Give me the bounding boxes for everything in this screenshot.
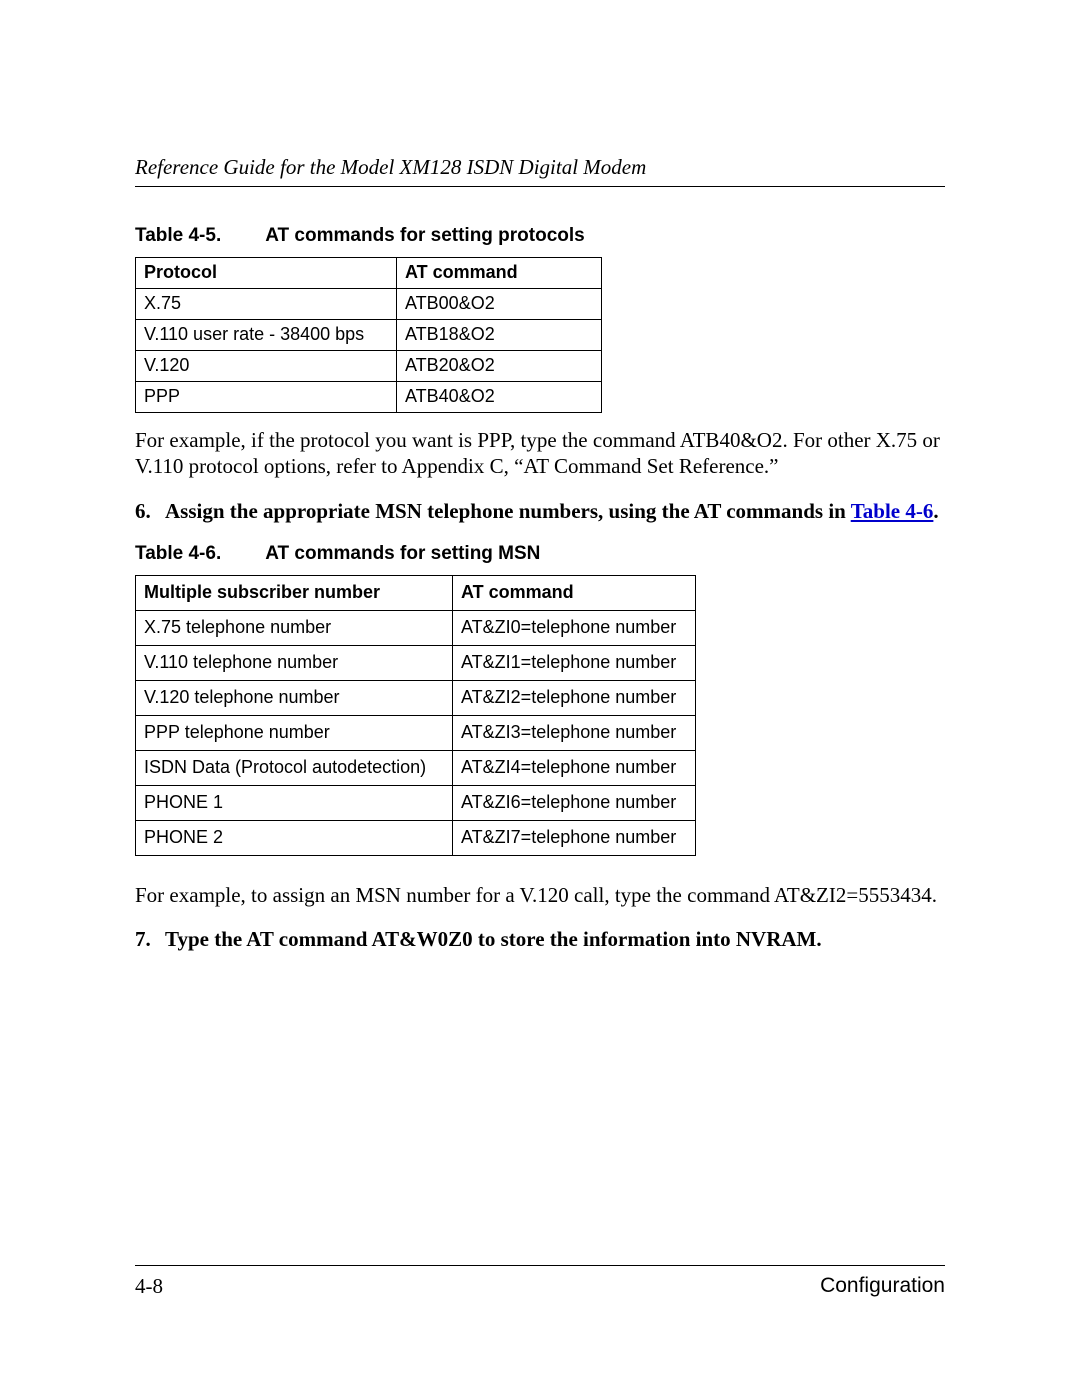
step-text: Type the AT command AT&W0Z0 to store the…	[165, 926, 945, 953]
footer-section: Configuration	[820, 1274, 945, 1299]
table-cell: AT&ZI3=telephone number	[453, 715, 696, 750]
table-cell: X.75	[136, 289, 397, 320]
table-header-cell: Protocol	[136, 258, 397, 289]
step-6: 6. Assign the appropriate MSN telephone …	[135, 498, 945, 525]
table-4-5: Protocol AT command X.75 ATB00&O2 V.110 …	[135, 257, 602, 413]
table-4-5-title: AT commands for setting protocols	[265, 225, 585, 246]
table-cell: ATB20&O2	[397, 351, 602, 382]
table-cell: V.110 user rate - 38400 bps	[136, 320, 397, 351]
table-header-cell: Multiple subscriber number	[136, 575, 453, 610]
table-cell: ATB00&O2	[397, 289, 602, 320]
table-cell: AT&ZI1=telephone number	[453, 645, 696, 680]
table-row: V.110 user rate - 38400 bps ATB18&O2	[136, 320, 602, 351]
step-text: Assign the appropriate MSN telephone num…	[165, 498, 945, 525]
table-4-6-link[interactable]: Table 4-6	[851, 499, 934, 523]
table-header-cell: AT command	[397, 258, 602, 289]
table-cell: X.75 telephone number	[136, 610, 453, 645]
table-cell: PPP	[136, 382, 397, 413]
step-6-text-after: .	[933, 499, 938, 523]
page-footer: 4-8 Configuration	[135, 1265, 945, 1299]
document-page: Reference Guide for the Model XM128 ISDN…	[0, 0, 1080, 1397]
table-row: ISDN Data (Protocol autodetection) AT&ZI…	[136, 750, 696, 785]
running-header: Reference Guide for the Model XM128 ISDN…	[135, 155, 945, 187]
table-cell: ATB18&O2	[397, 320, 602, 351]
table-cell: AT&ZI7=telephone number	[453, 820, 696, 855]
table-cell: AT&ZI6=telephone number	[453, 785, 696, 820]
table-row: X.75 telephone number AT&ZI0=telephone n…	[136, 610, 696, 645]
table-cell: AT&ZI0=telephone number	[453, 610, 696, 645]
table-row: Protocol AT command	[136, 258, 602, 289]
table-cell: V.110 telephone number	[136, 645, 453, 680]
table-4-5-number: Table 4-5.	[135, 225, 221, 247]
paragraph-after-table-4-6: For example, to assign an MSN number for…	[135, 882, 945, 908]
table-cell: PHONE 1	[136, 785, 453, 820]
table-row: V.120 telephone number AT&ZI2=telephone …	[136, 680, 696, 715]
step-7: 7. Type the AT command AT&W0Z0 to store …	[135, 926, 945, 953]
page-number: 4-8	[135, 1274, 163, 1299]
table-cell: PPP telephone number	[136, 715, 453, 750]
table-row: PHONE 1 AT&ZI6=telephone number	[136, 785, 696, 820]
table-cell: V.120 telephone number	[136, 680, 453, 715]
table-4-6-title: AT commands for setting MSN	[265, 543, 540, 564]
table-row: V.110 telephone number AT&ZI1=telephone …	[136, 645, 696, 680]
table-4-6-caption: Table 4-6. AT commands for setting MSN	[135, 543, 945, 565]
table-cell: AT&ZI4=telephone number	[453, 750, 696, 785]
paragraph-after-table-4-5: For example, if the protocol you want is…	[135, 427, 945, 480]
table-row: PPP telephone number AT&ZI3=telephone nu…	[136, 715, 696, 750]
table-cell: AT&ZI2=telephone number	[453, 680, 696, 715]
table-row: PHONE 2 AT&ZI7=telephone number	[136, 820, 696, 855]
table-cell: V.120	[136, 351, 397, 382]
table-cell: ATB40&O2	[397, 382, 602, 413]
table-row: Multiple subscriber number AT command	[136, 575, 696, 610]
table-4-6-number: Table 4-6.	[135, 543, 221, 565]
table-row: PPP ATB40&O2	[136, 382, 602, 413]
table-cell: PHONE 2	[136, 820, 453, 855]
table-4-6: Multiple subscriber number AT command X.…	[135, 575, 696, 856]
table-header-cell: AT command	[453, 575, 696, 610]
table-row: X.75 ATB00&O2	[136, 289, 602, 320]
step-6-text-before: Assign the appropriate MSN telephone num…	[165, 499, 851, 523]
table-row: V.120 ATB20&O2	[136, 351, 602, 382]
table-cell: ISDN Data (Protocol autodetection)	[136, 750, 453, 785]
step-number: 7.	[135, 926, 165, 953]
step-number: 6.	[135, 498, 165, 525]
table-4-5-caption: Table 4-5. AT commands for setting protoc…	[135, 225, 945, 247]
